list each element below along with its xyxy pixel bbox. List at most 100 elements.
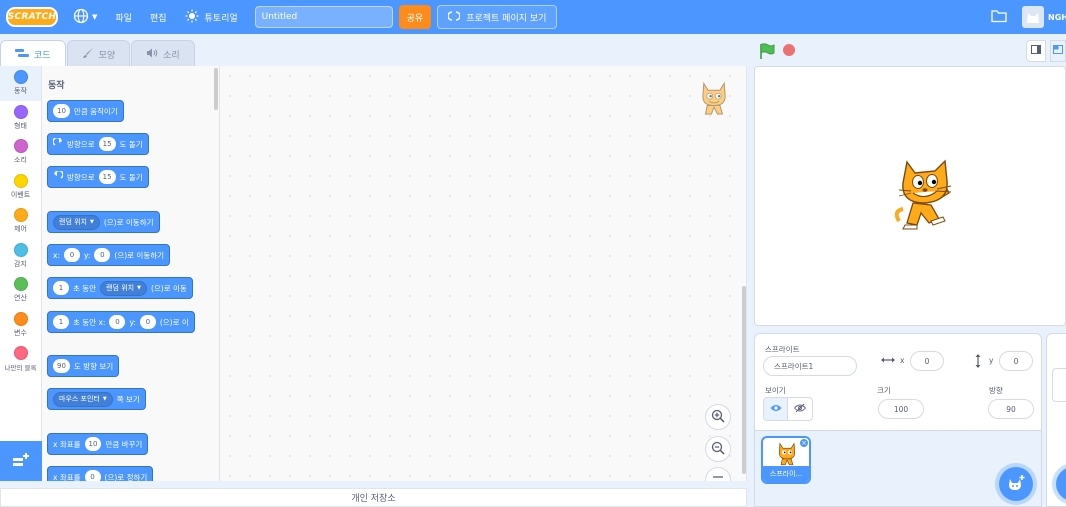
edit-menu[interactable]: 편집 — [141, 0, 176, 34]
category-sound[interactable]: 소리 — [0, 135, 41, 170]
move-steps-block[interactable]: 10 만큼 움직이기 — [47, 100, 124, 122]
block-text: 방향으로 — [67, 139, 95, 149]
point-direction-block[interactable]: 90 도 방향 보기 — [47, 355, 120, 377]
close-icon: × — [801, 438, 807, 447]
glide-block[interactable]: 1 초 동안 랜덤 위치 ▼ (으)로 이동 — [47, 277, 193, 299]
sprite-thumbnail-icon — [774, 440, 800, 469]
backpack-header[interactable]: 개인 저장소 — [0, 488, 747, 507]
category-looks[interactable]: 형태 — [0, 101, 41, 136]
category-my-blocks[interactable]: 나만의 블록 — [0, 342, 41, 377]
eye-off-icon — [793, 403, 807, 416]
block-number-input[interactable]: 90 — [53, 359, 70, 373]
green-flag-button[interactable] — [758, 42, 776, 63]
block-number-input[interactable]: 10 — [84, 437, 102, 451]
language-menu[interactable]: ▼ — [64, 0, 106, 34]
script-area[interactable] — [220, 66, 747, 481]
category-label: 나만의 블록 — [4, 364, 37, 373]
block-text: (으)로 이동 — [150, 283, 187, 293]
sensing-color-dot — [13, 242, 28, 257]
editor-tabs: 코드 모양 소리 — [0, 40, 196, 68]
block-number-input[interactable]: 0 — [139, 315, 156, 329]
tutorials-menu[interactable]: 튜토리얼 — [176, 0, 247, 34]
block-number-input[interactable]: 0 — [94, 248, 111, 262]
size-label: 크기 — [877, 386, 891, 395]
eye-icon — [770, 404, 782, 415]
tab-sounds-label: 소리 — [163, 50, 180, 61]
username[interactable]: NGH — [1048, 13, 1066, 22]
show-sprite-button[interactable] — [764, 398, 788, 420]
project-title-input[interactable] — [254, 6, 393, 28]
tab-code[interactable]: 코드 — [0, 40, 66, 68]
file-menu[interactable]: 파일 — [106, 0, 141, 34]
add-sprite-button[interactable] — [999, 467, 1033, 501]
globe-icon — [73, 8, 89, 27]
zoom-in-button[interactable] — [705, 404, 731, 430]
block-number-input[interactable]: 0 — [84, 470, 101, 481]
dropdown-value: 랜덤 위치 — [59, 218, 87, 226]
category-motion[interactable]: 동작 — [0, 66, 41, 101]
direction-input[interactable]: 90 — [988, 399, 1034, 419]
change-x-block[interactable]: x 좌표를 10 만큼 바꾸기 — [47, 433, 149, 455]
block-text: x 좌표를 — [53, 472, 81, 482]
palette-scrollbar[interactable] — [214, 68, 218, 110]
x-position-icon — [881, 356, 895, 367]
stage[interactable] — [754, 66, 1066, 326]
sound-color-dot — [13, 139, 28, 154]
add-extension-button[interactable] — [0, 441, 42, 481]
category-events[interactable]: 이벤트 — [0, 170, 41, 205]
backdrop-thumbnail[interactable] — [1052, 368, 1066, 402]
zoom-out-button[interactable] — [705, 436, 731, 462]
set-x-block[interactable]: x 좌표를 0 (으)로 정하기 — [47, 466, 154, 482]
share-button[interactable]: 공유 — [398, 5, 432, 29]
sprite-name-input[interactable] — [763, 356, 857, 376]
block-text: 만큼 바꾸기 — [105, 439, 143, 449]
y-position-icon — [974, 354, 982, 371]
tab-costumes[interactable]: 모양 — [66, 40, 131, 67]
goto-xy-block[interactable]: x: 0 y: 0 (으)로 이동하기 — [47, 244, 171, 266]
x-position-input[interactable]: 0 — [910, 351, 944, 371]
glide-xy-block[interactable]: 1 초 동안 x: 0 y: 0 (으)로 이 — [47, 311, 195, 333]
rotate-left-icon — [53, 169, 64, 183]
category-operators[interactable]: 연산 — [0, 273, 41, 308]
turn-left-block[interactable]: 방향으로 15 도 돌기 — [47, 166, 149, 188]
block-text: 쪽 보기 — [116, 394, 140, 404]
category-variables[interactable]: 변수 — [0, 308, 41, 343]
script-scrollbar[interactable] — [742, 286, 746, 474]
block-number-input[interactable]: 1 — [53, 315, 69, 329]
block-text: 도 돌기 — [119, 139, 143, 149]
size-input[interactable]: 100 — [878, 399, 924, 419]
delete-sprite-button[interactable]: × — [799, 438, 809, 448]
block-number-input[interactable]: 10 — [53, 104, 70, 118]
brush-icon — [82, 47, 94, 62]
category-sensing[interactable]: 감지 — [0, 239, 41, 274]
goto-block[interactable]: 랜덤 위치 ▼ (으)로 이동하기 — [47, 211, 160, 233]
speaker-icon — [146, 47, 158, 62]
block-dropdown[interactable]: 랜덤 위치 ▼ — [53, 214, 100, 230]
category-control[interactable]: 제어 — [0, 204, 41, 239]
small-stage-button[interactable] — [1026, 40, 1046, 62]
y-position-input[interactable]: 0 — [999, 351, 1033, 371]
point-towards-block[interactable]: 마우스 포인터 ▼ 쪽 보기 — [47, 388, 146, 410]
block-number-input[interactable]: 1 — [53, 281, 69, 295]
see-project-page-button[interactable]: 프로젝트 페이지 보기 — [437, 5, 558, 29]
scratch-logo[interactable]: SCRATCH — [6, 7, 58, 27]
block-number-input[interactable]: 0 — [63, 248, 80, 262]
block-number-input[interactable]: 15 — [98, 170, 116, 184]
block-number-input[interactable]: 0 — [109, 315, 126, 329]
block-dropdown[interactable]: 마우스 포인터 ▼ — [53, 391, 113, 407]
tab-sounds[interactable]: 소리 — [131, 40, 195, 67]
stop-button[interactable] — [783, 44, 795, 56]
tutorials-label: 튜토리얼 — [204, 13, 238, 24]
control-color-dot — [13, 208, 28, 223]
block-dropdown[interactable]: 랜덤 위치 ▼ — [100, 280, 147, 296]
hide-sprite-button[interactable] — [788, 398, 812, 420]
normal-stage-button[interactable] — [1050, 40, 1066, 62]
my-stuff-button[interactable] — [988, 0, 1010, 34]
chevron-down-icon: ▼ — [92, 13, 98, 21]
avatar[interactable] — [1022, 6, 1044, 28]
turn-right-block[interactable]: 방향으로 15 도 돌기 — [47, 133, 149, 155]
sprite-cat-icon[interactable] — [891, 159, 965, 238]
block-number-input[interactable]: 15 — [98, 137, 116, 151]
dropdown-value: 마우스 포인터 — [59, 395, 100, 403]
sprite-watermark-icon — [697, 78, 731, 119]
